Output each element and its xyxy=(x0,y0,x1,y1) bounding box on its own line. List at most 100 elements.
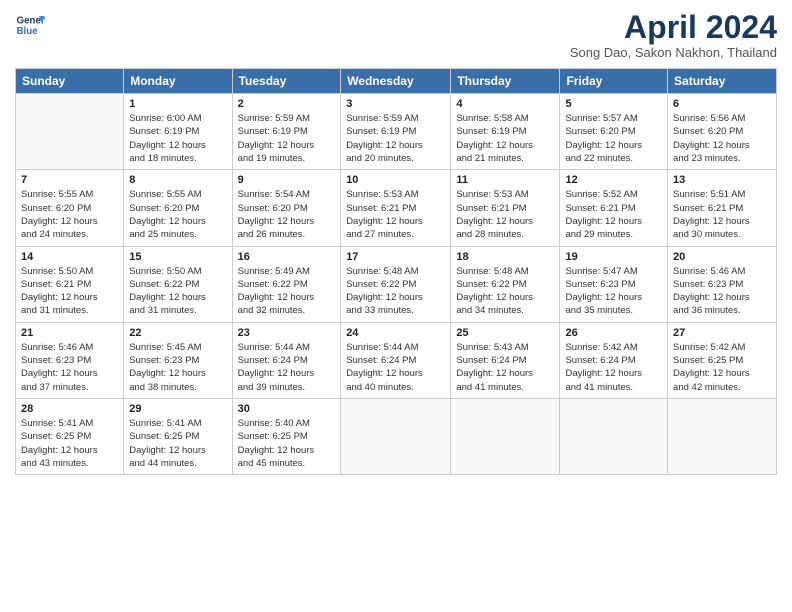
day-info: Sunrise: 5:41 AMSunset: 6:25 PMDaylight:… xyxy=(21,417,118,470)
table-row: 8Sunrise: 5:55 AMSunset: 6:20 PMDaylight… xyxy=(124,170,232,246)
table-row: 1 Sunrise: 6:00 AMSunset: 6:19 PMDaylight… xyxy=(124,94,232,170)
day-info: Sunrise: 5:59 AMSunset: 6:19 PMDaylight:… xyxy=(238,112,336,165)
day-number: 16 xyxy=(238,251,336,263)
calendar-week-row: 1 Sunrise: 6:00 AMSunset: 6:19 PMDaylight… xyxy=(16,94,777,170)
table-row: 9 Sunrise: 5:54 AMSunset: 6:20 PMDaylight… xyxy=(232,170,341,246)
table-row xyxy=(668,398,777,474)
table-row: 20 Sunrise: 5:46 AMSunset: 6:23 PMDayligh… xyxy=(668,246,777,322)
day-number: 11 xyxy=(456,174,554,186)
day-number: 29 xyxy=(129,403,226,415)
table-row: 22 Sunrise: 5:45 AMSunset: 6:23 PMDayligh… xyxy=(124,322,232,398)
day-number: 3 xyxy=(346,98,445,110)
day-number: 22 xyxy=(129,327,226,339)
header-monday: Monday xyxy=(124,69,232,94)
day-number: 10 xyxy=(346,174,445,186)
header-sunday: Sunday xyxy=(16,69,124,94)
day-number: 12 xyxy=(565,174,662,186)
calendar-week-row: 28 Sunrise: 5:41 AMSunset: 6:25 PMDayligh… xyxy=(16,398,777,474)
day-number: 5 xyxy=(565,98,662,110)
page-header: General Blue April 2024 Song Dao, Sakon … xyxy=(15,10,777,60)
table-row: 23Sunrise: 5:44 AMSunset: 6:24 PMDayligh… xyxy=(232,322,341,398)
day-number: 9 xyxy=(238,174,336,186)
day-info: Sunrise: 5:59 AMSunset: 6:19 PMDaylight:… xyxy=(346,112,445,165)
day-info: Sunrise: 5:57 AMSunset: 6:20 PMDaylight:… xyxy=(565,112,662,165)
day-info: Sunrise: 5:45 AMSunset: 6:23 PMDaylight:… xyxy=(129,341,226,394)
table-row: 21 Sunrise: 5:46 AMSunset: 6:23 PMDayligh… xyxy=(16,322,124,398)
day-info: Sunrise: 5:58 AMSunset: 6:19 PMDaylight:… xyxy=(456,112,554,165)
day-number: 15 xyxy=(129,251,226,263)
title-block: April 2024 Song Dao, Sakon Nakhon, Thail… xyxy=(570,10,777,60)
header-wednesday: Wednesday xyxy=(341,69,451,94)
calendar-week-row: 7Sunrise: 5:55 AMSunset: 6:20 PMDaylight… xyxy=(16,170,777,246)
table-row: 14 Sunrise: 5:50 AMSunset: 6:21 PMDayligh… xyxy=(16,246,124,322)
day-info: Sunrise: 5:51 AMSunset: 6:21 PMDaylight:… xyxy=(673,188,771,241)
table-row: 27 Sunrise: 5:42 AMSunset: 6:25 PMDayligh… xyxy=(668,322,777,398)
day-info: Sunrise: 5:42 AMSunset: 6:25 PMDaylight:… xyxy=(673,341,771,394)
day-number: 27 xyxy=(673,327,771,339)
table-row: 15 Sunrise: 5:50 AMSunset: 6:22 PMDayligh… xyxy=(124,246,232,322)
location-subtitle: Song Dao, Sakon Nakhon, Thailand xyxy=(570,45,777,60)
table-row xyxy=(451,398,560,474)
day-info: Sunrise: 5:54 AMSunset: 6:20 PMDaylight:… xyxy=(238,188,336,241)
day-number: 25 xyxy=(456,327,554,339)
table-row: 30 Sunrise: 5:40 AMSunset: 6:25 PMDayligh… xyxy=(232,398,341,474)
table-row: 6Sunrise: 5:56 AMSunset: 6:20 PMDaylight… xyxy=(668,94,777,170)
day-info: Sunrise: 5:48 AMSunset: 6:22 PMDaylight:… xyxy=(346,265,445,318)
day-number: 24 xyxy=(346,327,445,339)
day-number: 18 xyxy=(456,251,554,263)
table-row: 7Sunrise: 5:55 AMSunset: 6:20 PMDaylight… xyxy=(16,170,124,246)
day-info: Sunrise: 5:44 AMSunset: 6:24 PMDaylight:… xyxy=(238,341,336,394)
logo: General Blue xyxy=(15,10,45,40)
day-info: Sunrise: 5:48 AMSunset: 6:22 PMDaylight:… xyxy=(456,265,554,318)
day-info: Sunrise: 6:00 AMSunset: 6:19 PMDaylight:… xyxy=(129,112,226,165)
table-row: 24 Sunrise: 5:44 AMSunset: 6:24 PMDayligh… xyxy=(341,322,451,398)
calendar-table: Sunday Monday Tuesday Wednesday Thursday… xyxy=(15,68,777,475)
day-info: Sunrise: 5:44 AMSunset: 6:24 PMDaylight:… xyxy=(346,341,445,394)
day-number: 6 xyxy=(673,98,771,110)
day-number: 17 xyxy=(346,251,445,263)
month-title: April 2024 xyxy=(570,10,777,45)
day-info: Sunrise: 5:46 AMSunset: 6:23 PMDaylight:… xyxy=(21,341,118,394)
day-number: 30 xyxy=(238,403,336,415)
day-info: Sunrise: 5:53 AMSunset: 6:21 PMDaylight:… xyxy=(456,188,554,241)
day-info: Sunrise: 5:43 AMSunset: 6:24 PMDaylight:… xyxy=(456,341,554,394)
day-info: Sunrise: 5:52 AMSunset: 6:21 PMDaylight:… xyxy=(565,188,662,241)
calendar-header-row: Sunday Monday Tuesday Wednesday Thursday… xyxy=(16,69,777,94)
day-number: 8 xyxy=(129,174,226,186)
day-number: 20 xyxy=(673,251,771,263)
table-row: 26 Sunrise: 5:42 AMSunset: 6:24 PMDayligh… xyxy=(560,322,668,398)
table-row: 2Sunrise: 5:59 AMSunset: 6:19 PMDaylight… xyxy=(232,94,341,170)
day-info: Sunrise: 5:40 AMSunset: 6:25 PMDaylight:… xyxy=(238,417,336,470)
logo-icon: General Blue xyxy=(15,10,45,40)
table-row xyxy=(16,94,124,170)
day-number: 21 xyxy=(21,327,118,339)
table-row: 5 Sunrise: 5:57 AMSunset: 6:20 PMDaylight… xyxy=(560,94,668,170)
table-row: 18 Sunrise: 5:48 AMSunset: 6:22 PMDayligh… xyxy=(451,246,560,322)
day-info: Sunrise: 5:41 AMSunset: 6:25 PMDaylight:… xyxy=(129,417,226,470)
table-row: 10Sunrise: 5:53 AMSunset: 6:21 PMDayligh… xyxy=(341,170,451,246)
table-row: 17 Sunrise: 5:48 AMSunset: 6:22 PMDayligh… xyxy=(341,246,451,322)
day-number: 4 xyxy=(456,98,554,110)
day-number: 14 xyxy=(21,251,118,263)
header-saturday: Saturday xyxy=(668,69,777,94)
table-row: 16 Sunrise: 5:49 AMSunset: 6:22 PMDayligh… xyxy=(232,246,341,322)
day-info: Sunrise: 5:42 AMSunset: 6:24 PMDaylight:… xyxy=(565,341,662,394)
day-number: 26 xyxy=(565,327,662,339)
table-row: 25 Sunrise: 5:43 AMSunset: 6:24 PMDayligh… xyxy=(451,322,560,398)
day-number: 13 xyxy=(673,174,771,186)
day-info: Sunrise: 5:50 AMSunset: 6:22 PMDaylight:… xyxy=(129,265,226,318)
table-row: 13 Sunrise: 5:51 AMSunset: 6:21 PMDayligh… xyxy=(668,170,777,246)
day-number: 1 xyxy=(129,98,226,110)
table-row xyxy=(560,398,668,474)
table-row xyxy=(341,398,451,474)
day-info: Sunrise: 5:55 AMSunset: 6:20 PMDaylight:… xyxy=(21,188,118,241)
day-info: Sunrise: 5:46 AMSunset: 6:23 PMDaylight:… xyxy=(673,265,771,318)
calendar-week-row: 21 Sunrise: 5:46 AMSunset: 6:23 PMDayligh… xyxy=(16,322,777,398)
svg-text:Blue: Blue xyxy=(17,26,39,37)
day-number: 28 xyxy=(21,403,118,415)
header-thursday: Thursday xyxy=(451,69,560,94)
table-row: 19Sunrise: 5:47 AMSunset: 6:23 PMDayligh… xyxy=(560,246,668,322)
day-info: Sunrise: 5:50 AMSunset: 6:21 PMDaylight:… xyxy=(21,265,118,318)
day-info: Sunrise: 5:49 AMSunset: 6:22 PMDaylight:… xyxy=(238,265,336,318)
table-row: 11 Sunrise: 5:53 AMSunset: 6:21 PMDayligh… xyxy=(451,170,560,246)
